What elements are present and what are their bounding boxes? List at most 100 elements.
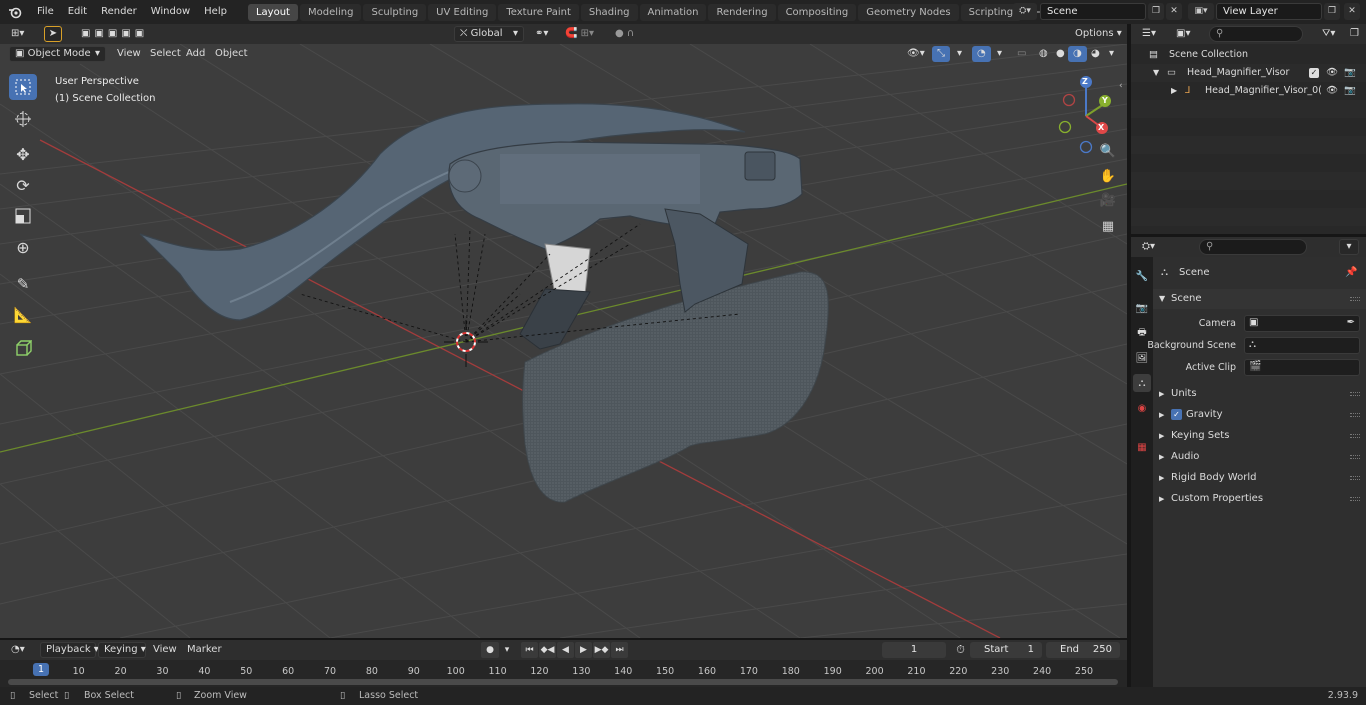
rigid-body-world-panel-header[interactable]: ▶ Rigid Body World (1153, 468, 1366, 488)
auto-keying-options-icon[interactable]: ▾ (500, 642, 514, 658)
menu-object[interactable]: Object (210, 46, 253, 62)
timeline-menu-view[interactable]: View (148, 642, 182, 658)
select-tool-icon[interactable]: ➤ (44, 26, 62, 42)
collection-visibility-eye-icon[interactable]: 👁 (1326, 64, 1338, 82)
panel-grip-icon[interactable] (1350, 297, 1360, 301)
timeline-scrollbar[interactable] (8, 679, 1118, 685)
next-keyframe-button[interactable]: ▶◆ (593, 642, 610, 658)
measure-tool-icon[interactable]: 📐 (9, 302, 37, 328)
transform-orientation-dropdown[interactable]: ⛌ Global ▾ (454, 26, 524, 42)
gizmo-x-label[interactable]: X (1098, 123, 1104, 132)
menu-add[interactable]: Add (181, 46, 210, 62)
sidebar-toggle-chevron-icon[interactable]: ‹ (1119, 81, 1123, 91)
custom-properties-panel-header[interactable]: ▶ Custom Properties (1153, 489, 1366, 509)
active-clip-field[interactable]: 🎬 (1244, 359, 1360, 376)
menu-select[interactable]: Select (145, 46, 186, 62)
scene-panel-header[interactable]: ▼ Scene (1153, 289, 1366, 309)
cursor-tool-icon[interactable] (9, 106, 37, 132)
outliner-row-collection[interactable]: ▼ ▭ Head_Magnifier_Visor ✓ 👁 📷 (1131, 64, 1366, 82)
camera-view-icon[interactable]: 🎥 (1097, 189, 1119, 211)
selection-mode-icons[interactable]: ▣▣▣▣▣ (76, 26, 160, 42)
tab-animation[interactable]: Animation (639, 3, 707, 21)
gizmo-toggle-icon[interactable]: ⤡ (932, 46, 950, 62)
rotate-tool-icon[interactable]: ⟳ (9, 172, 37, 198)
menu-window[interactable]: Window (144, 0, 197, 24)
delete-view-layer-icon[interactable]: ✕ (1344, 3, 1360, 20)
world-tab-icon[interactable]: ◉ (1133, 399, 1151, 417)
expand-arrow-icon[interactable]: ▶ (1171, 82, 1177, 100)
tab-compositing[interactable]: Compositing (777, 3, 857, 21)
panel-grip-icon[interactable] (1350, 497, 1360, 501)
menu-render[interactable]: Render (94, 0, 144, 24)
scene-tab-icon[interactable]: ⛬ (1133, 374, 1151, 392)
editor-type-icon[interactable]: ⊞▾ (6, 26, 29, 42)
tab-sculpting[interactable]: Sculpting (363, 3, 427, 21)
add-cube-tool-icon[interactable] (9, 336, 37, 362)
gravity-panel-header[interactable]: ▶ ✓ Gravity (1153, 405, 1366, 425)
delete-scene-icon[interactable]: ✕ (1166, 3, 1182, 20)
tab-layout[interactable]: Layout (247, 3, 298, 21)
overlays-dropdown-icon[interactable]: ▾ (992, 46, 1007, 62)
tab-texture-paint[interactable]: Texture Paint (498, 3, 579, 21)
object-render-camera-icon[interactable]: 📷 (1344, 82, 1356, 100)
xray-toggle-icon[interactable]: ▭ (1012, 46, 1031, 62)
current-frame-field[interactable]: 1 (882, 642, 946, 658)
shading-material-icon[interactable]: ◑ (1068, 46, 1087, 62)
timeline-ruler[interactable]: 1 10 20 30 40 50 60 70 80 90 100 110 120 130 140 150 160… (0, 660, 1127, 687)
outliner-filter-icon[interactable]: ⛛▾ (1317, 26, 1340, 42)
overlays-toggle-icon[interactable]: ◔ (972, 46, 991, 62)
view-layer-tab-icon[interactable]: 🖼 (1133, 349, 1151, 367)
camera-field[interactable]: ▣ ✒ (1244, 315, 1360, 332)
preview-range-stopwatch-icon[interactable]: ⏱ (952, 642, 969, 658)
gizmo-dropdown-icon[interactable]: ▾ (952, 46, 967, 62)
units-panel-header[interactable]: ▶ Units (1153, 384, 1366, 404)
panel-grip-icon[interactable] (1350, 476, 1360, 480)
end-frame-field[interactable]: End 250 (1046, 642, 1120, 658)
scale-tool-icon[interactable] (9, 203, 37, 229)
zoom-icon[interactable]: 🔍 (1097, 140, 1119, 162)
tab-geometry-nodes[interactable]: Geometry Nodes (858, 3, 959, 21)
scene-name-field[interactable]: Scene (1040, 3, 1146, 20)
options-dropdown[interactable]: Options ▾ (1070, 26, 1127, 42)
panel-grip-icon[interactable] (1350, 413, 1360, 417)
properties-editor-type-icon[interactable]: ⛭▾ (1137, 239, 1160, 255)
pin-icon[interactable]: 📌 (1345, 263, 1357, 283)
jump-start-button[interactable]: ⏮ (521, 642, 538, 658)
pivot-point-icon[interactable]: ⚭▾ (530, 26, 553, 42)
shading-solid-icon[interactable]: ● (1051, 46, 1070, 62)
menu-help[interactable]: Help (197, 0, 234, 24)
start-frame-field[interactable]: Start 1 (970, 642, 1042, 658)
eyedropper-icon[interactable]: ✒ (1347, 317, 1355, 328)
background-scene-field[interactable]: ⛬ (1244, 337, 1360, 354)
play-reverse-button[interactable]: ◀ (557, 642, 574, 658)
panel-grip-icon[interactable] (1350, 455, 1360, 459)
new-scene-icon[interactable]: ❐ (1148, 3, 1164, 20)
proportional-edit-icon[interactable]: ● ∩ (610, 26, 639, 42)
move-tool-icon[interactable]: ✥ (9, 141, 37, 167)
texture-tab-icon[interactable]: ▦ (1133, 438, 1151, 456)
properties-search-input[interactable]: ⚲ (1199, 239, 1307, 255)
current-frame-marker[interactable]: 1 (32, 663, 50, 676)
panel-grip-icon[interactable] (1350, 434, 1360, 438)
playback-dropdown[interactable]: Playback ▾ (40, 642, 99, 658)
visibility-icon[interactable]: 👁▾ (902, 46, 930, 62)
new-view-layer-icon[interactable]: ❐ (1324, 3, 1340, 20)
shading-rendered-icon[interactable]: ◕ (1086, 46, 1105, 62)
render-tab-icon[interactable]: 📷 (1133, 299, 1151, 317)
select-box-tool-icon[interactable] (9, 74, 37, 100)
keying-sets-panel-header[interactable]: ▶ Keying Sets (1153, 426, 1366, 446)
outliner-search-input[interactable]: ⚲ (1209, 26, 1303, 42)
properties-options-dropdown[interactable]: ▾ (1339, 239, 1359, 255)
outliner-row-scene-collection[interactable]: ▤ Scene Collection (1131, 46, 1366, 64)
prev-keyframe-button[interactable]: ◆◀ (539, 642, 556, 658)
transform-tool-icon[interactable]: ⊕ (9, 234, 37, 260)
collection-render-camera-icon[interactable]: 📷 (1344, 64, 1356, 82)
tab-rendering[interactable]: Rendering (708, 3, 776, 21)
view-layer-field[interactable]: View Layer (1216, 3, 1322, 20)
tab-uv-editing[interactable]: UV Editing (428, 3, 497, 21)
tool-tab-icon[interactable]: 🔧 (1133, 267, 1151, 285)
timeline-editor-type-icon[interactable]: ◔▾ (6, 642, 30, 658)
shading-wireframe-icon[interactable]: ◍ (1034, 46, 1053, 62)
timeline-menu-marker[interactable]: Marker (182, 642, 227, 658)
3d-viewport[interactable]: User Perspective (1) Scene Collection Z … (0, 44, 1127, 638)
